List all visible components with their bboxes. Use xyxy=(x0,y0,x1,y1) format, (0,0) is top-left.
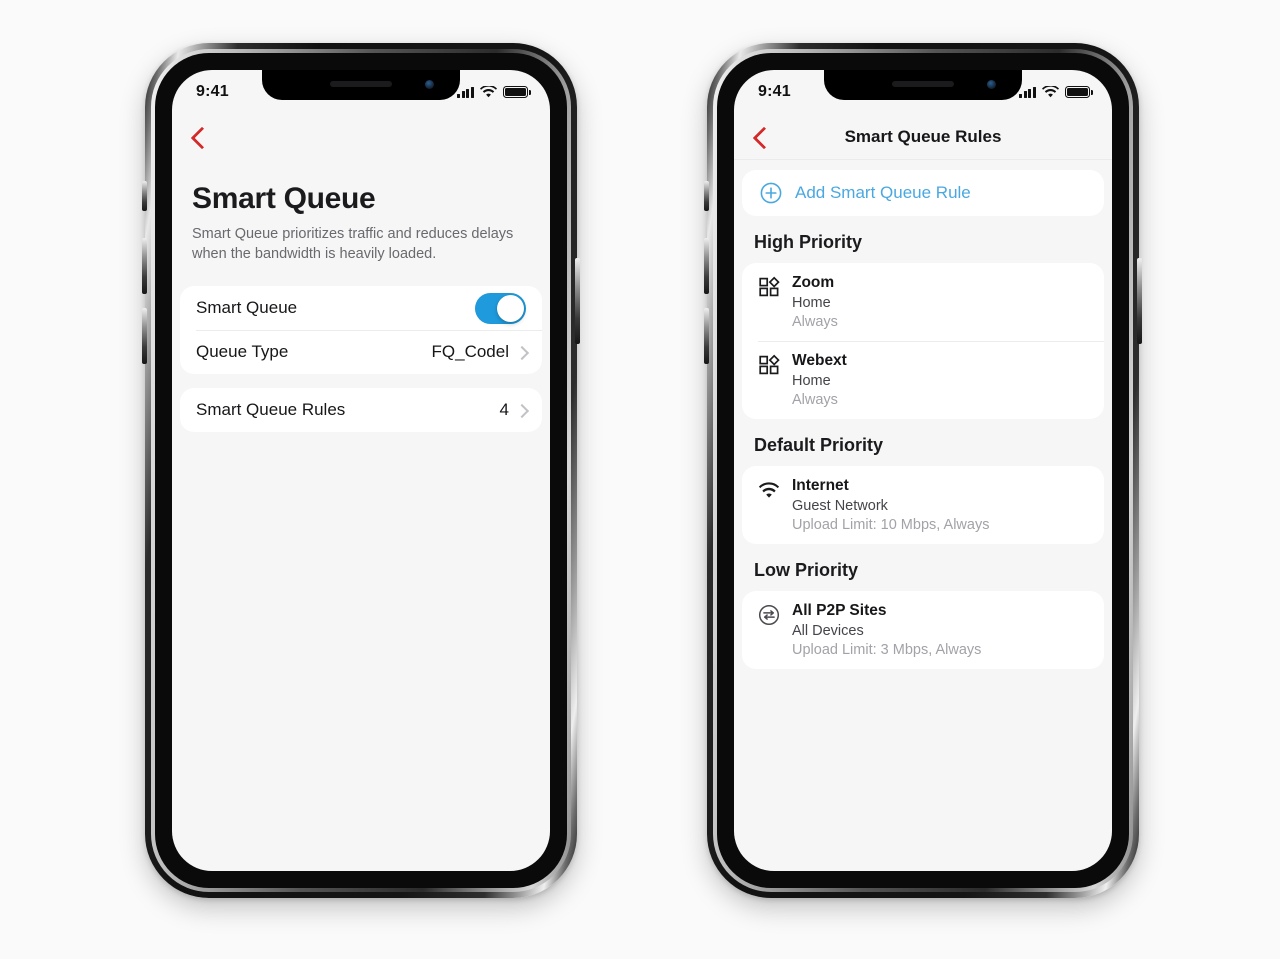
status-indicators xyxy=(1019,86,1093,98)
battery-full-icon xyxy=(503,86,531,98)
volume-down-button[interactable] xyxy=(142,308,147,364)
smart-queue-toggle[interactable] xyxy=(475,292,526,324)
page-title: Smart Queue xyxy=(192,182,376,215)
row-label: Smart Queue Rules xyxy=(196,400,346,420)
volume-up-button[interactable] xyxy=(142,238,147,294)
mute-switch-button[interactable] xyxy=(704,181,709,211)
mute-switch-button[interactable] xyxy=(142,181,147,211)
rule-name: Webext xyxy=(792,352,847,369)
rule-schedule: Upload Limit: 3 Mbps, Always xyxy=(792,642,982,658)
rule-schedule: Always xyxy=(792,392,838,408)
add-smart-queue-rule-button[interactable]: Add Smart Queue Rule xyxy=(742,170,1104,216)
rule-texts: Zoom Home Always xyxy=(792,274,838,330)
settings-card-primary: Smart Queue Queue Type FQ_Codel xyxy=(180,286,542,375)
rule-texts: All P2P Sites All Devices Upload Limit: … xyxy=(792,602,981,658)
phone-mockup-left: 9:41 Smart Queue Smart Queue prioritizes… xyxy=(142,43,580,898)
row-label: Queue Type xyxy=(196,342,289,362)
power-button[interactable] xyxy=(1137,258,1142,344)
rule-row-webext[interactable]: Webext Home Always xyxy=(742,341,1104,419)
rule-row-zoom[interactable]: Zoom Home Always xyxy=(742,263,1104,341)
cellular-bars-icon xyxy=(457,86,474,98)
rule-texts: Internet Guest Network Upload Limit: 10 … xyxy=(792,477,989,533)
wifi-icon xyxy=(1042,86,1059,98)
section-card-high-priority: Zoom Home Always Webext Home Always xyxy=(742,263,1104,419)
cellular-bars-icon xyxy=(1019,86,1036,98)
rule-row-internet[interactable]: Internet Guest Network Upload Limit: 10 … xyxy=(742,466,1104,544)
volume-up-button[interactable] xyxy=(704,238,709,294)
section-header-low-priority: Low Priority xyxy=(754,560,859,580)
p2p-transfer-icon xyxy=(758,604,780,626)
rule-name: Internet xyxy=(792,477,849,494)
phone-screen-right: 9:41 Smart Queue Rules Add Smart Queue R… xyxy=(734,70,1112,871)
battery-full-icon xyxy=(1065,86,1093,98)
status-time: 9:41 xyxy=(758,83,791,100)
row-smart-queue-toggle[interactable]: Smart Queue xyxy=(180,286,542,330)
section-card-low-priority: All P2P Sites All Devices Upload Limit: … xyxy=(742,591,1104,669)
add-rule-card: Add Smart Queue Rule xyxy=(742,170,1104,216)
notch xyxy=(824,70,1022,100)
back-button[interactable] xyxy=(190,129,206,145)
section-header-high-priority: High Priority xyxy=(754,232,863,252)
wifi-icon xyxy=(758,482,780,498)
rule-name: All P2P Sites xyxy=(792,602,887,619)
front-camera xyxy=(987,80,996,89)
rule-target: Home xyxy=(792,295,831,311)
phone-mockup-right: 9:41 Smart Queue Rules Add Smart Queue R… xyxy=(704,43,1142,898)
add-rule-label: Add Smart Queue Rule xyxy=(795,183,971,202)
rule-schedule: Upload Limit: 10 Mbps, Always xyxy=(792,517,990,533)
volume-down-button[interactable] xyxy=(704,308,709,364)
settings-card-secondary: Smart Queue Rules 4 xyxy=(180,388,542,433)
wifi-icon xyxy=(480,86,497,98)
apps-grid-icon xyxy=(759,354,780,375)
chevron-right-icon xyxy=(517,348,526,357)
rule-name: Zoom xyxy=(792,274,835,291)
earpiece-speaker xyxy=(330,81,392,87)
section-header-default-priority: Default Priority xyxy=(754,435,884,455)
earpiece-speaker xyxy=(892,81,954,87)
notch xyxy=(262,70,460,100)
nav-title: Smart Queue Rules xyxy=(844,126,1002,146)
phone-screen-left: 9:41 Smart Queue Smart Queue prioritizes… xyxy=(172,70,550,871)
row-value: FQ_Codel xyxy=(431,342,509,362)
row-smart-queue-rules[interactable]: Smart Queue Rules 4 xyxy=(180,388,542,432)
front-camera xyxy=(425,80,434,89)
status-indicators xyxy=(457,86,531,98)
rule-row-all-p2p-sites[interactable]: All P2P Sites All Devices Upload Limit: … xyxy=(742,591,1104,669)
plus-circle-icon xyxy=(760,182,782,204)
chevron-right-icon xyxy=(517,406,526,415)
rule-texts: Webext Home Always xyxy=(792,352,847,408)
rule-target: All Devices xyxy=(792,623,864,639)
page-description: Smart Queue prioritizes traffic and redu… xyxy=(192,226,514,262)
rule-target: Home xyxy=(792,373,831,389)
row-queue-type[interactable]: Queue Type FQ_Codel xyxy=(180,330,542,374)
power-button[interactable] xyxy=(575,258,580,344)
apps-grid-icon xyxy=(759,276,780,297)
settings-groups: Smart Queue Queue Type FQ_Codel Smart Qu… xyxy=(172,264,550,433)
toggle-knob xyxy=(497,294,524,322)
screenshot-stage: 9:41 Smart Queue Smart Queue prioritizes… xyxy=(0,0,1280,959)
back-button[interactable] xyxy=(752,129,768,145)
section-card-default-priority: Internet Guest Network Upload Limit: 10 … xyxy=(742,466,1104,544)
navigation-bar: Smart Queue Rules xyxy=(734,114,1112,160)
status-time: 9:41 xyxy=(196,83,229,100)
row-label: Smart Queue xyxy=(196,298,298,318)
top-bar-left xyxy=(172,114,550,160)
row-value: 4 xyxy=(499,400,509,420)
rule-target: Guest Network xyxy=(792,498,888,514)
rule-schedule: Always xyxy=(792,314,838,330)
